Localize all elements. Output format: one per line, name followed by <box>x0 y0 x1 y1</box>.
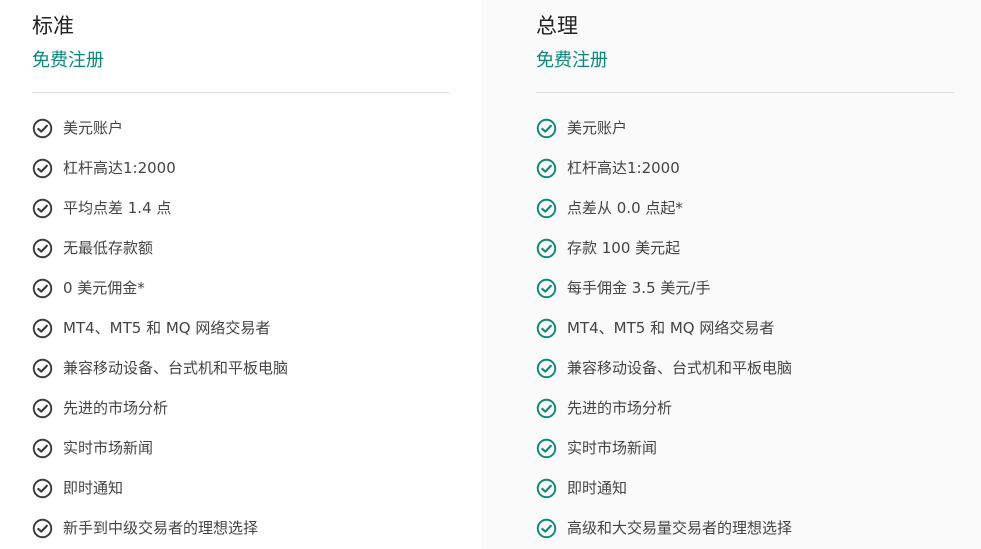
feature-item: 美元账户 <box>536 108 954 148</box>
check-circle-icon <box>536 158 557 178</box>
check-circle-icon <box>32 438 53 458</box>
check-circle-icon <box>32 158 53 178</box>
check-circle-icon <box>536 518 557 538</box>
feature-item: 先进的市场分析 <box>32 388 450 428</box>
feature-text: 平均点差 1.4 点 <box>63 199 172 217</box>
feature-item: 高级和大交易量交易者的理想选择 <box>536 508 954 548</box>
feature-text: 兼容移动设备、台式机和平板电脑 <box>567 359 793 377</box>
feature-item: MT4、MT5 和 MQ 网络交易者 <box>32 308 450 348</box>
feature-item: MT4、MT5 和 MQ 网络交易者 <box>536 308 954 348</box>
feature-text: MT4、MT5 和 MQ 网络交易者 <box>63 319 271 337</box>
check-circle-icon <box>536 278 557 298</box>
feature-text: 点差从 0.0 点起* <box>567 199 683 217</box>
feature-item: 实时市场新闻 <box>536 428 954 468</box>
check-circle-icon <box>536 118 557 138</box>
check-circle-icon <box>32 198 53 218</box>
feature-text: 实时市场新闻 <box>63 439 154 457</box>
feature-text: 即时通知 <box>567 479 628 497</box>
feature-text: 美元账户 <box>567 119 628 137</box>
free-signup-link[interactable]: 免费注册 <box>32 48 104 74</box>
feature-text: 无最低存款额 <box>63 239 154 257</box>
feature-item: 无最低存款额 <box>32 228 450 268</box>
plan-title: 总理 <box>536 14 578 38</box>
feature-item: 平均点差 1.4 点 <box>32 188 450 228</box>
feature-text: MT4、MT5 和 MQ 网络交易者 <box>567 319 775 337</box>
check-circle-icon <box>536 358 557 378</box>
feature-list: 美元账户杠杆高达1:2000 平均点差 1.4 点无最低存款额 0 美元佣金* MT4… <box>32 108 450 548</box>
feature-text: 兼容移动设备、台式机和平板电脑 <box>63 359 289 377</box>
check-circle-icon <box>32 278 53 298</box>
feature-text: 0 美元佣金* <box>63 279 145 297</box>
plan-title: 标准 <box>32 14 74 38</box>
feature-list: 美元账户杠杆高达1:2000 点差从 0.0 点起* 存款 100 美元起每手佣金 … <box>536 108 954 548</box>
divider <box>536 92 954 93</box>
feature-text: 先进的市场分析 <box>567 399 673 417</box>
feature-text: 每手佣金 3.5 美元/手 <box>567 279 711 297</box>
check-circle-icon <box>536 478 557 498</box>
plan-card-raw: 总理 免费注册 美元账户杠杆高达1:2000 点差从 0.0 点起* 存款 100 … <box>481 0 981 549</box>
feature-item: 存款 100 美元起 <box>536 228 954 268</box>
feature-item: 先进的市场分析 <box>536 388 954 428</box>
feature-item: 杠杆高达1:2000 <box>536 148 954 188</box>
free-signup-link[interactable]: 免费注册 <box>536 48 608 74</box>
check-circle-icon <box>32 318 53 338</box>
check-circle-icon <box>536 398 557 418</box>
check-circle-icon <box>32 238 53 258</box>
check-circle-icon <box>32 398 53 418</box>
feature-text: 杠杆高达1:2000 <box>567 159 680 177</box>
check-circle-icon <box>536 198 557 218</box>
check-circle-icon <box>32 358 53 378</box>
feature-item: 即时通知 <box>32 468 450 508</box>
feature-item: 即时通知 <box>536 468 954 508</box>
feature-item: 点差从 0.0 点起* <box>536 188 954 228</box>
feature-item: 兼容移动设备、台式机和平板电脑 <box>32 348 450 388</box>
feature-item: 兼容移动设备、台式机和平板电脑 <box>536 348 954 388</box>
check-circle-icon <box>536 318 557 338</box>
check-circle-icon <box>32 118 53 138</box>
feature-text: 即时通知 <box>63 479 124 497</box>
feature-item: 新手到中级交易者的理想选择 <box>32 508 450 548</box>
feature-text: 高级和大交易量交易者的理想选择 <box>567 519 793 537</box>
check-circle-icon <box>536 238 557 258</box>
feature-text: 实时市场新闻 <box>567 439 658 457</box>
feature-item: 实时市场新闻 <box>32 428 450 468</box>
feature-item: 每手佣金 3.5 美元/手 <box>536 268 954 308</box>
feature-item: 杠杆高达1:2000 <box>32 148 450 188</box>
feature-item: 0 美元佣金* <box>32 268 450 308</box>
plan-card-standard: 标准 免费注册 美元账户杠杆高达1:2000 平均点差 1.4 点无最低存款额 0 … <box>0 0 481 549</box>
divider <box>32 92 450 93</box>
check-circle-icon <box>32 518 53 538</box>
feature-item: 美元账户 <box>32 108 450 148</box>
check-circle-icon <box>32 478 53 498</box>
feature-text: 新手到中级交易者的理想选择 <box>63 519 259 537</box>
feature-text: 美元账户 <box>63 119 124 137</box>
feature-text: 先进的市场分析 <box>63 399 169 417</box>
check-circle-icon <box>536 438 557 458</box>
feature-text: 杠杆高达1:2000 <box>63 159 176 177</box>
feature-text: 存款 100 美元起 <box>567 239 681 257</box>
